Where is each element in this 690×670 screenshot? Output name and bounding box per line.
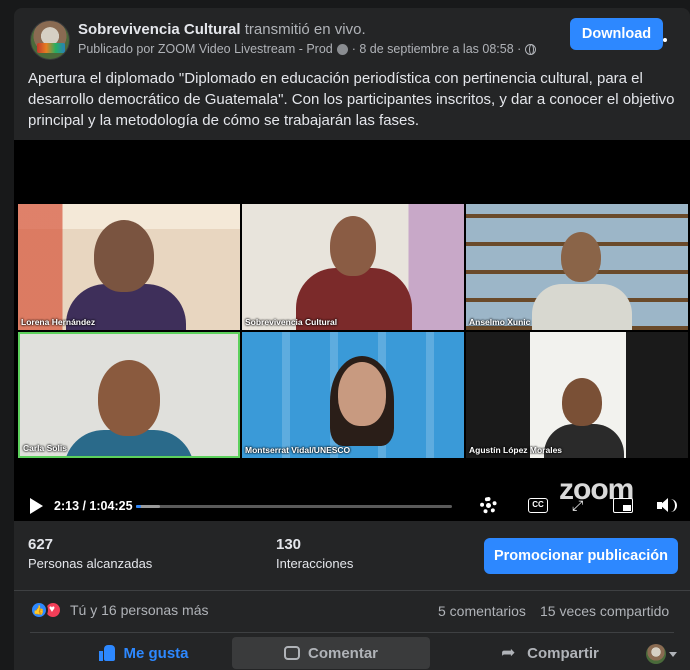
reach-count: 627 xyxy=(28,536,54,553)
chevron-down-icon[interactable] xyxy=(669,652,677,657)
like-reaction-icon xyxy=(30,601,48,619)
participant-name: Anselmo Xunic xyxy=(469,317,531,327)
participant-face xyxy=(338,362,386,426)
promote-post-button[interactable]: Promocionar publicación xyxy=(484,538,678,574)
participant-tile: Anselmo Xunic xyxy=(466,204,688,330)
participant-face xyxy=(94,220,154,292)
progress-bar[interactable] xyxy=(136,505,452,508)
interactions-count: 130 xyxy=(276,536,302,553)
expand-icon[interactable]: ⤢ xyxy=(572,498,587,513)
participant-tile: Agustín López Morales xyxy=(466,332,688,458)
picture-in-picture-icon[interactable] xyxy=(613,498,633,513)
interactions-label: Interacciones xyxy=(276,556,354,571)
post-text: Apertura el diplomado "Diplomado en educ… xyxy=(28,70,675,129)
post-action-text: transmitió en vivo. xyxy=(240,21,366,38)
page-avatar[interactable] xyxy=(30,20,70,60)
participant-name: Carla Solis xyxy=(23,443,67,453)
participant-face xyxy=(98,360,160,436)
participant-name: Agustín López Morales xyxy=(469,445,563,455)
comment-button[interactable]: Comentar xyxy=(232,637,430,669)
share-label: Compartir xyxy=(527,644,599,662)
captions-icon[interactable]: CC xyxy=(528,498,548,513)
comment-bubble-icon xyxy=(283,646,300,660)
participant-name: Montserrat Vidal/UNESCO xyxy=(245,445,351,455)
participant-tile: Lorena Hernández xyxy=(18,204,240,330)
participant-face xyxy=(561,232,601,282)
like-label: Me gusta xyxy=(123,644,189,662)
progress-played xyxy=(136,505,141,508)
post-title: Sobrevivencia Cultural transmitió en viv… xyxy=(78,21,366,38)
globe-icon xyxy=(525,43,537,55)
participant-name: Sobrevivencia Cultural xyxy=(245,317,338,327)
reactions-summary[interactable]: Tú y 16 personas más xyxy=(30,601,209,619)
info-icon[interactable] xyxy=(336,43,348,55)
participant-face xyxy=(330,216,376,276)
video-time: 2:13 / 1:04:25 xyxy=(54,499,133,513)
download-button[interactable]: Download xyxy=(570,18,663,50)
comment-label: Comentar xyxy=(307,644,378,662)
like-button[interactable]: Me gusta xyxy=(54,637,234,669)
shares-count-link[interactable]: 15 veces compartido xyxy=(540,603,669,619)
divider xyxy=(30,632,674,633)
reactions-text: Tú y 16 personas más xyxy=(70,602,209,618)
video-controls: 2:13 / 1:04:25 CC ⤢ xyxy=(14,490,690,520)
participant-body xyxy=(532,284,632,330)
video-player[interactable]: Lorena Hernández Sobrevivencia Cultural … xyxy=(14,140,690,521)
participant-tile: Montserrat Vidal/UNESCO xyxy=(242,332,464,458)
settings-gear-icon[interactable] xyxy=(480,497,497,514)
comments-count-link[interactable]: 5 comentarios xyxy=(438,603,526,619)
account-switcher-avatar[interactable] xyxy=(646,644,666,664)
participant-name: Lorena Hernández xyxy=(21,317,96,327)
share-arrow-icon xyxy=(501,643,519,663)
publisher-text: Publicado por ZOOM Video Livestream - Pr… xyxy=(78,42,333,56)
page-name-link[interactable]: Sobrevivencia Cultural xyxy=(78,21,241,38)
reach-label: Personas alcanzadas xyxy=(28,556,153,571)
post-card: Sobrevivencia Cultural transmitió en viv… xyxy=(14,8,690,670)
share-button[interactable]: Compartir xyxy=(450,637,650,669)
post-date[interactable]: · 8 de septiembre a las 08:58 · xyxy=(352,42,522,56)
more-options-icon[interactable] xyxy=(663,38,667,42)
post-meta: Publicado por ZOOM Video Livestream - Pr… xyxy=(78,42,537,56)
thumbs-up-icon xyxy=(99,645,116,661)
divider xyxy=(14,590,690,591)
participant-tile: Sobrevivencia Cultural xyxy=(242,204,464,330)
participant-tile-active: Carla Solis xyxy=(18,332,240,458)
play-icon[interactable] xyxy=(30,498,43,514)
participant-face xyxy=(562,378,602,426)
